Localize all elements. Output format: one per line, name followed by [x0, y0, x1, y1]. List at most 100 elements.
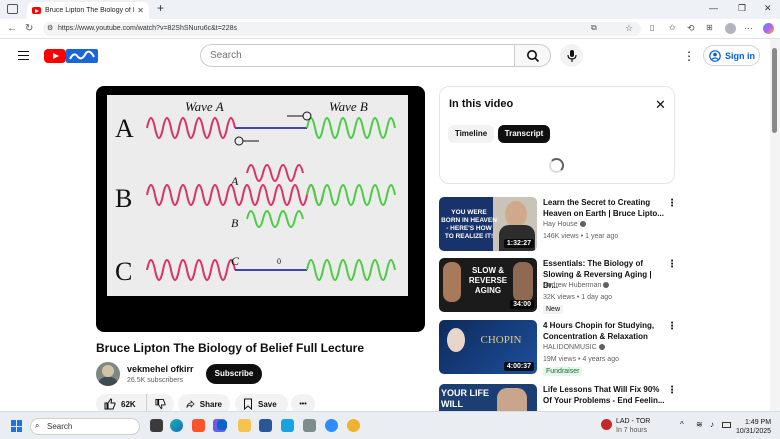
close-window-icon[interactable]: ✕ — [764, 3, 772, 14]
video-frame-waves-diagram: A Wave A Wave B B A B C C 0 — [107, 95, 408, 296]
favorites-icon[interactable]: ✩ — [669, 23, 676, 32]
app-icon[interactable] — [303, 419, 316, 432]
verified-icon — [598, 344, 605, 351]
channel-name[interactable]: vekmehel ofkirr — [127, 364, 194, 374]
wifi-icon[interactable]: ≋ — [696, 420, 703, 429]
battery-icon[interactable] — [722, 422, 731, 428]
share-label: Share — [199, 399, 222, 409]
recommendation-item[interactable]: YOUR LIFE WILL NEVER Life Lessons That W… — [439, 384, 679, 411]
new-tab-button[interactable]: + — [157, 1, 164, 15]
browser-tab[interactable]: Bruce Lipton The Biology of Belief ✕ — [27, 2, 149, 19]
profile-avatar-icon[interactable] — [725, 23, 736, 34]
url-field[interactable]: ⚙ https://www.youtube.com/watch?v=82ShSN… — [43, 22, 641, 36]
sign-in-button[interactable]: Sign in — [703, 45, 760, 66]
history-icon[interactable]: ⟲ — [687, 23, 695, 34]
favorite-star-icon[interactable]: ☆ — [625, 23, 633, 34]
recommendation-channel[interactable]: Hay House — [543, 221, 586, 228]
folder-icon[interactable] — [238, 419, 251, 432]
split-screen-icon[interactable]: ▯ — [650, 23, 654, 32]
thumbnail-text: SLOW & REVERSE AGING — [468, 266, 508, 295]
verified-icon — [603, 282, 610, 289]
collections-icon[interactable]: ⊞ — [706, 23, 713, 32]
video-thumbnail[interactable]: YOU WERE BORN IN HEAVEN - HERE'S HOW TO … — [439, 197, 537, 251]
loading-spinner-icon — [549, 158, 564, 173]
clock-time: 1:49 PM — [744, 419, 772, 426]
youtube-logo-icon[interactable] — [44, 49, 66, 63]
browser-tab-bar: Bruce Lipton The Biology of Belief ✕ + —… — [0, 0, 780, 19]
system-clock[interactable]: 1:49 PM 10/31/2025 — [736, 418, 771, 436]
edge-browser-icon[interactable] — [170, 419, 183, 432]
taskbar-search-input[interactable]: Search — [30, 418, 140, 435]
file-explorer-icon[interactable] — [150, 419, 163, 432]
video-duration: 4:00:37 — [503, 362, 534, 371]
sports-widget[interactable]: LAD - TOR In 7 hours — [616, 417, 650, 435]
search-input[interactable]: Search — [200, 44, 515, 67]
search-button[interactable] — [514, 44, 551, 67]
recommendation-menu-icon[interactable]: ⋮ — [667, 385, 677, 396]
search-icon — [527, 50, 540, 63]
voice-search-button[interactable] — [560, 44, 583, 67]
youtube-doodle-logo[interactable] — [66, 49, 98, 63]
youtube-favicon-icon — [32, 7, 41, 14]
maximize-icon[interactable]: ❐ — [738, 3, 746, 14]
recommendation-menu-icon[interactable]: ⋮ — [667, 198, 677, 209]
minimize-icon[interactable]: — — [709, 3, 718, 13]
back-icon[interactable]: ← — [7, 23, 17, 34]
settings-more-icon[interactable]: ⋮ — [683, 49, 695, 63]
recommendation-item[interactable]: YOU WERE BORN IN HEAVEN - HERE'S HOW TO … — [439, 197, 679, 255]
row-b-label: B — [115, 184, 132, 213]
panel-title: In this video — [449, 98, 514, 110]
word-icon[interactable] — [259, 419, 272, 432]
sign-in-label: Sign in — [725, 50, 755, 61]
channel-avatar[interactable] — [96, 362, 120, 386]
video-thumbnail[interactable]: YOUR LIFE WILL NEVER — [439, 384, 537, 411]
copilot-icon[interactable] — [763, 23, 774, 34]
scrollbar-thumb[interactable] — [772, 48, 777, 133]
recommendation-menu-icon[interactable]: ⋮ — [667, 321, 677, 332]
store-icon[interactable] — [281, 419, 294, 432]
hamburger-menu-icon[interactable] — [18, 51, 29, 60]
recommendation-channel[interactable]: HALIDONMUSIC — [543, 344, 605, 351]
video-player[interactable]: A Wave A Wave B B A B C C 0 — [96, 86, 425, 332]
recommendation-menu-icon[interactable]: ⋮ — [667, 259, 677, 270]
youtube-header: Search ⋮ Sign in — [0, 39, 780, 73]
video-duration: 34:00 — [510, 300, 534, 309]
new-badge: New — [543, 305, 564, 314]
recommendation-item[interactable]: SLOW & REVERSE AGING 34:00 Essentials: T… — [439, 258, 679, 316]
mid-label-c: C — [231, 254, 240, 268]
tab-close-icon[interactable]: ✕ — [137, 6, 144, 15]
sports-score-icon[interactable] — [601, 419, 612, 430]
outlook-icon[interactable] — [217, 420, 227, 430]
recommendation-channel[interactable]: Andrew Huberman — [543, 282, 610, 289]
recommendation-title[interactable]: 4 Hours Chopin for Studying, Concentrati… — [543, 320, 665, 342]
tab-actions-icon[interactable] — [7, 4, 18, 14]
tab-timeline[interactable]: Timeline — [448, 125, 494, 143]
video-thumbnail[interactable]: CHOPIN 4:00:37 — [439, 320, 537, 374]
microphone-icon — [567, 50, 577, 62]
close-icon[interactable]: ✕ — [655, 97, 666, 113]
tab-transcript[interactable]: Transcript — [498, 125, 550, 143]
share-icon — [186, 400, 195, 408]
url-text: https://www.youtube.com/watch?v=82ShSNur… — [58, 25, 237, 32]
windows-start-icon[interactable] — [11, 420, 23, 432]
weather-app-icon[interactable] — [347, 419, 360, 432]
video-title: Bruce Lipton The Biology of Belief Full … — [96, 341, 365, 355]
subscribe-button[interactable]: Subscribe — [206, 364, 262, 384]
refresh-icon[interactable]: ↻ — [25, 23, 33, 34]
recommendation-title[interactable]: Learn the Secret to Creating Heaven on E… — [543, 197, 665, 219]
zero-label: 0 — [277, 257, 281, 266]
recommendation-title[interactable]: Life Lessons That Will Fix 90% Of Your P… — [543, 384, 665, 406]
zoom-icon[interactable] — [325, 419, 338, 432]
taskbar-search-icon: ⌕ — [35, 421, 40, 430]
video-duration: 1:32:27 — [503, 239, 534, 248]
brave-browser-icon[interactable] — [192, 419, 205, 432]
tray-chevron-icon[interactable]: ^ — [680, 420, 684, 429]
video-thumbnail[interactable]: SLOW & REVERSE AGING 34:00 — [439, 258, 537, 312]
sports-teams: LAD - TOR — [616, 418, 651, 425]
recommendation-item[interactable]: CHOPIN 4:00:37 4 Hours Chopin for Studyi… — [439, 320, 679, 378]
browser-menu-icon[interactable]: ··· — [744, 23, 753, 33]
site-info-icon[interactable]: ⚙ — [47, 22, 53, 36]
extension-icon[interactable]: ⧉ — [591, 23, 597, 33]
volume-icon[interactable]: ♪ — [710, 420, 714, 429]
row-c-label: C — [115, 257, 132, 286]
